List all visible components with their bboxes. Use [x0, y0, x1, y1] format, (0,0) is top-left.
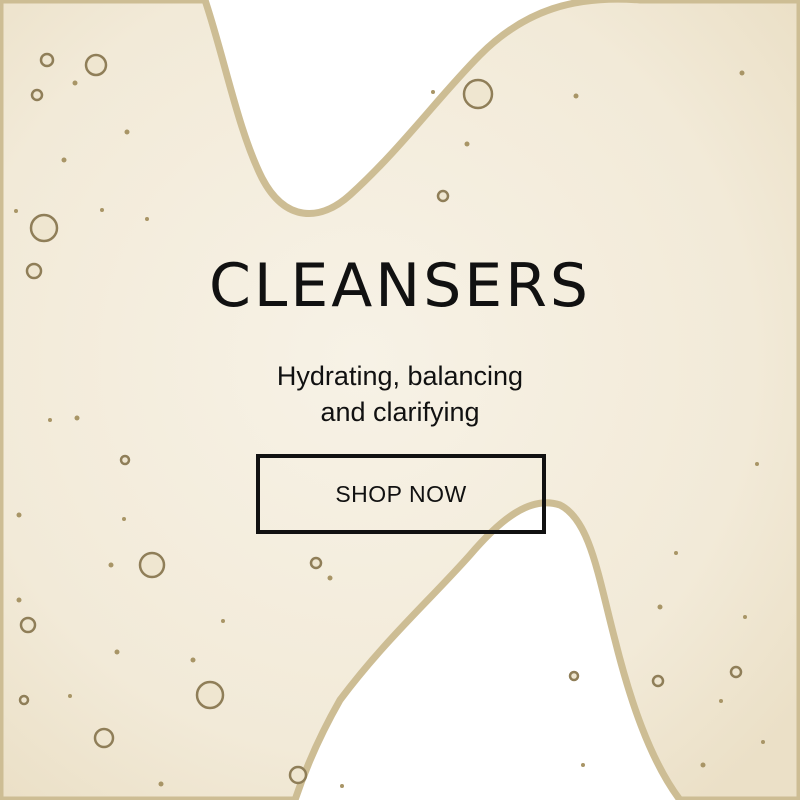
banner-subtitle-line-2: and clarifying [320, 397, 480, 427]
banner-subtitle: Hydrating, balancing and clarifying [200, 358, 600, 430]
banner-content: CLEANSERS Hydrating, balancing and clari… [0, 0, 800, 800]
shop-now-button[interactable]: SHOP NOW [256, 454, 546, 534]
banner-title: CLEANSERS [209, 251, 591, 321]
banner-subtitle-line-1: Hydrating, balancing [276, 361, 524, 391]
shop-now-label: SHOP NOW [335, 480, 467, 507]
cleansers-banner[interactable]: CLEANSERS Hydrating, balancing and clari… [0, 0, 800, 800]
